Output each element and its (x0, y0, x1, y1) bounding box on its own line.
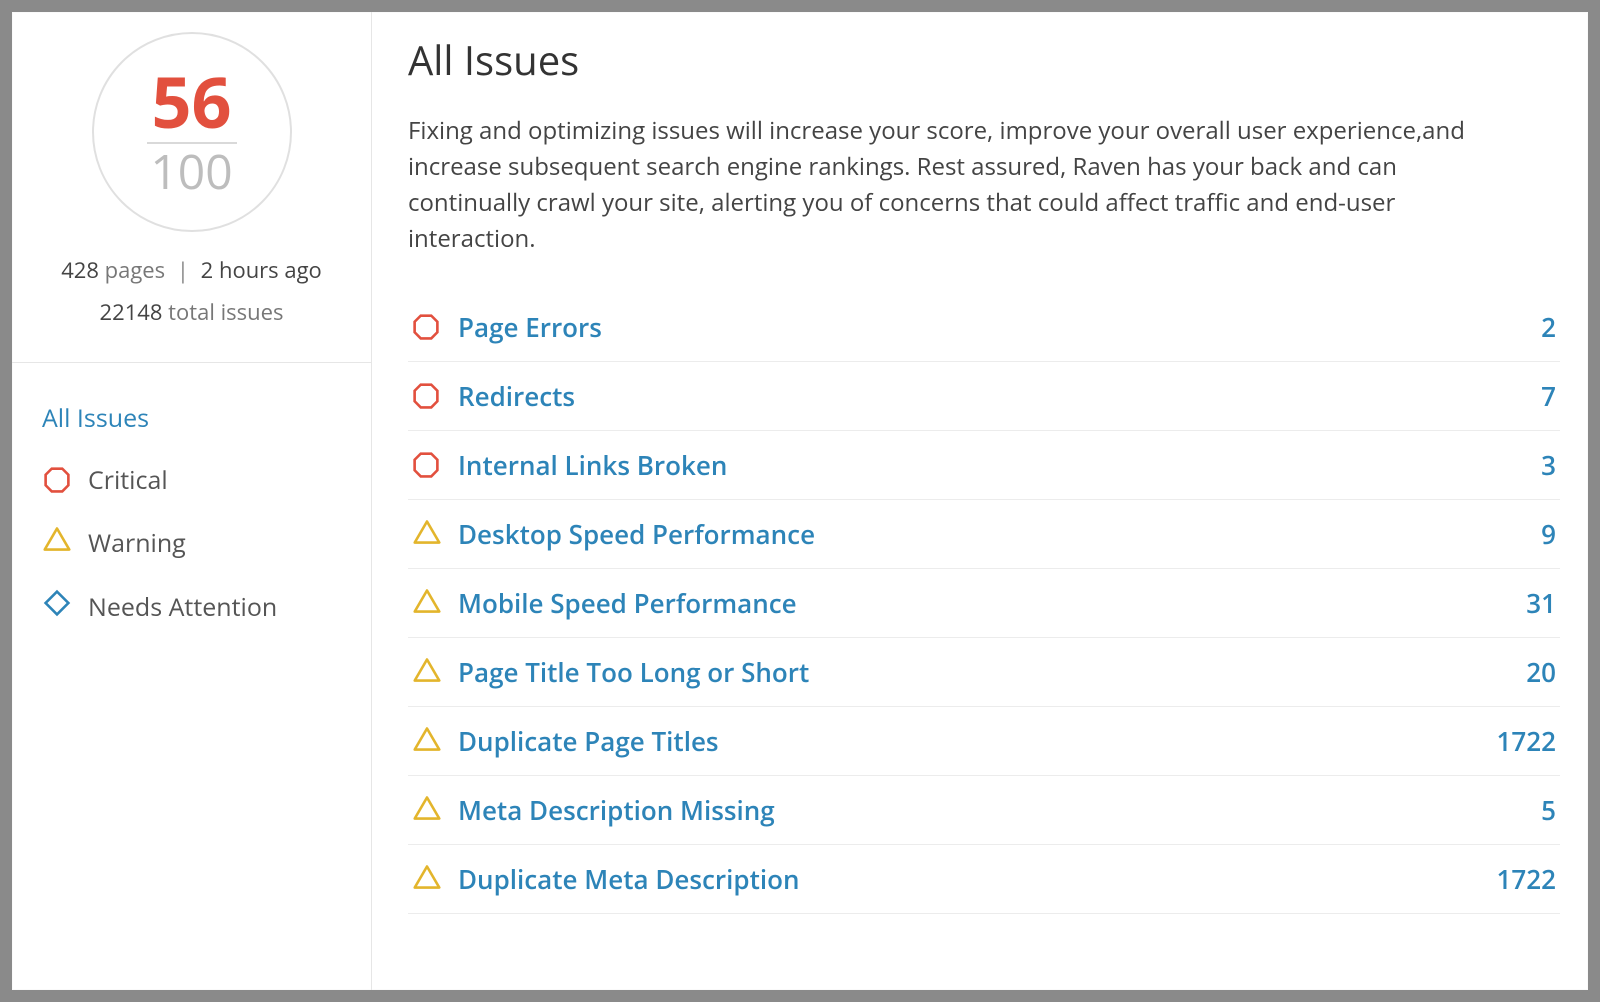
nav-icon (42, 466, 72, 494)
attention-icon (43, 589, 71, 625)
score-max: 100 (150, 146, 232, 199)
issue-name: Duplicate Page Titles (458, 723, 1497, 759)
issue-row[interactable]: Page Title Too Long or Short20 (408, 638, 1560, 707)
app-frame: 56 100 428 pages | 2 hours ago 22148 tot… (12, 12, 1588, 990)
page-description: Fixing and optimizing issues will increa… (408, 113, 1488, 257)
nav-item-warning[interactable]: Warning (36, 511, 347, 575)
issue-row[interactable]: Redirects7 (408, 362, 1560, 431)
nav-item-critical[interactable]: Critical (36, 449, 347, 511)
score-meta: 428 pages | 2 hours ago 22148 total issu… (36, 250, 347, 334)
nav-item-all[interactable]: All Issues (36, 387, 347, 449)
warning-icon (412, 587, 442, 620)
meta-separator: | (177, 255, 189, 285)
issue-count: 1722 (1497, 861, 1556, 897)
issue-row[interactable]: Duplicate Meta Description1722 (408, 845, 1560, 914)
issue-row[interactable]: Mobile Speed Performance31 (408, 569, 1560, 638)
total-issues-label: total issues (168, 297, 283, 327)
nav-icon (42, 525, 72, 561)
issue-row[interactable]: Desktop Speed Performance9 (408, 500, 1560, 569)
issue-name: Redirects (458, 378, 1541, 414)
issue-name: Desktop Speed Performance (458, 516, 1541, 552)
issue-count: 20 (1526, 654, 1556, 690)
issue-severity-icon (412, 518, 458, 551)
critical-icon (412, 313, 440, 341)
issue-count: 7 (1541, 378, 1556, 414)
issue-name: Duplicate Meta Description (458, 861, 1497, 897)
issue-name: Mobile Speed Performance (458, 585, 1526, 621)
issue-count: 3 (1541, 447, 1556, 483)
issue-severity-icon (412, 656, 458, 689)
warning-icon (412, 518, 442, 551)
pages-label: pages (105, 255, 165, 285)
main-content: All Issues Fixing and optimizing issues … (372, 12, 1588, 990)
critical-icon (412, 382, 440, 410)
issue-row[interactable]: Meta Description Missing5 (408, 776, 1560, 845)
nav-item-label: Critical (88, 463, 341, 497)
warning-icon (412, 794, 442, 827)
critical-icon (412, 451, 440, 479)
issue-list: Page Errors2Redirects7Internal Links Bro… (408, 293, 1560, 914)
last-crawl: 2 hours ago (201, 255, 322, 285)
nav-icon (42, 589, 72, 625)
pages-count: 428 (61, 255, 99, 285)
nav-item-attention[interactable]: Needs Attention (36, 575, 347, 639)
score-value: 56 (151, 66, 231, 136)
issue-severity-icon (412, 725, 458, 758)
nav-item-label: Needs Attention (88, 590, 341, 624)
score-meta-line-1: 428 pages | 2 hours ago (36, 250, 347, 292)
issue-name: Internal Links Broken (458, 447, 1541, 483)
sidebar-divider (12, 362, 371, 363)
nav-item-label: Warning (88, 526, 341, 560)
score-meta-line-2: 22148 total issues (36, 292, 347, 334)
issue-severity-icon (412, 451, 458, 479)
sidebar: 56 100 428 pages | 2 hours ago 22148 tot… (12, 12, 372, 990)
issue-count: 2 (1541, 309, 1556, 345)
issue-count: 9 (1541, 516, 1556, 552)
score-circle: 56 100 (92, 32, 292, 232)
issue-count: 1722 (1497, 723, 1556, 759)
issue-count: 31 (1526, 585, 1556, 621)
page-title: All Issues (408, 32, 1560, 87)
total-issues-count: 22148 (100, 297, 163, 327)
issue-severity-icon (412, 863, 458, 896)
issue-row[interactable]: Page Errors2 (408, 293, 1560, 362)
warning-icon (42, 525, 72, 561)
issue-row[interactable]: Duplicate Page Titles1722 (408, 707, 1560, 776)
nav-item-label: All Issues (42, 401, 341, 435)
issue-name: Page Title Too Long or Short (458, 654, 1526, 690)
warning-icon (412, 725, 442, 758)
issue-count: 5 (1541, 792, 1556, 828)
issue-severity-icon (412, 794, 458, 827)
issue-severity-icon (412, 382, 458, 410)
severity-nav: All Issues Critical Warning Needs Attention (36, 387, 347, 639)
warning-icon (412, 863, 442, 896)
critical-icon (43, 466, 71, 494)
issue-name: Meta Description Missing (458, 792, 1541, 828)
issue-severity-icon (412, 587, 458, 620)
issue-row[interactable]: Internal Links Broken3 (408, 431, 1560, 500)
issue-name: Page Errors (458, 309, 1541, 345)
issue-severity-icon (412, 313, 458, 341)
warning-icon (412, 656, 442, 689)
